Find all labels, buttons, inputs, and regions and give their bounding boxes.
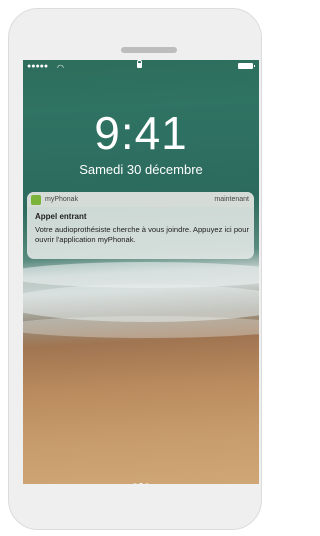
page-dot <box>145 483 149 484</box>
myphonak-app-icon <box>31 195 41 205</box>
lock-screen: ●●●●● ◠ 9:41 Samedi 30 décembre myPhonak… <box>23 60 259 484</box>
page-dot <box>133 483 137 484</box>
notification-card[interactable]: myPhonak maintenant Appel entrant Votre … <box>27 192 254 259</box>
notification-timestamp: maintenant <box>214 196 249 203</box>
clock-time: 9:41 <box>94 107 188 159</box>
notification-body: Votre audioprothésiste cherche à vous jo… <box>35 225 250 244</box>
page-dot <box>139 483 143 484</box>
clock-date: Samedi 30 décembre <box>79 162 203 177</box>
speaker-grille <box>121 47 177 53</box>
page-indicator <box>23 474 259 484</box>
lock-icon <box>137 60 142 68</box>
notification-app-name: myPhonak <box>45 196 79 203</box>
notification-header: myPhonak maintenant <box>27 192 254 207</box>
battery-icon <box>238 63 255 69</box>
wifi-icon: ◠ <box>57 63 64 72</box>
wave-foam <box>23 316 259 338</box>
signal-strength-icon: ●●●●● <box>27 63 49 70</box>
status-bar: ●●●●● ◠ <box>23 60 259 74</box>
notification-title: Appel entrant <box>35 212 87 221</box>
